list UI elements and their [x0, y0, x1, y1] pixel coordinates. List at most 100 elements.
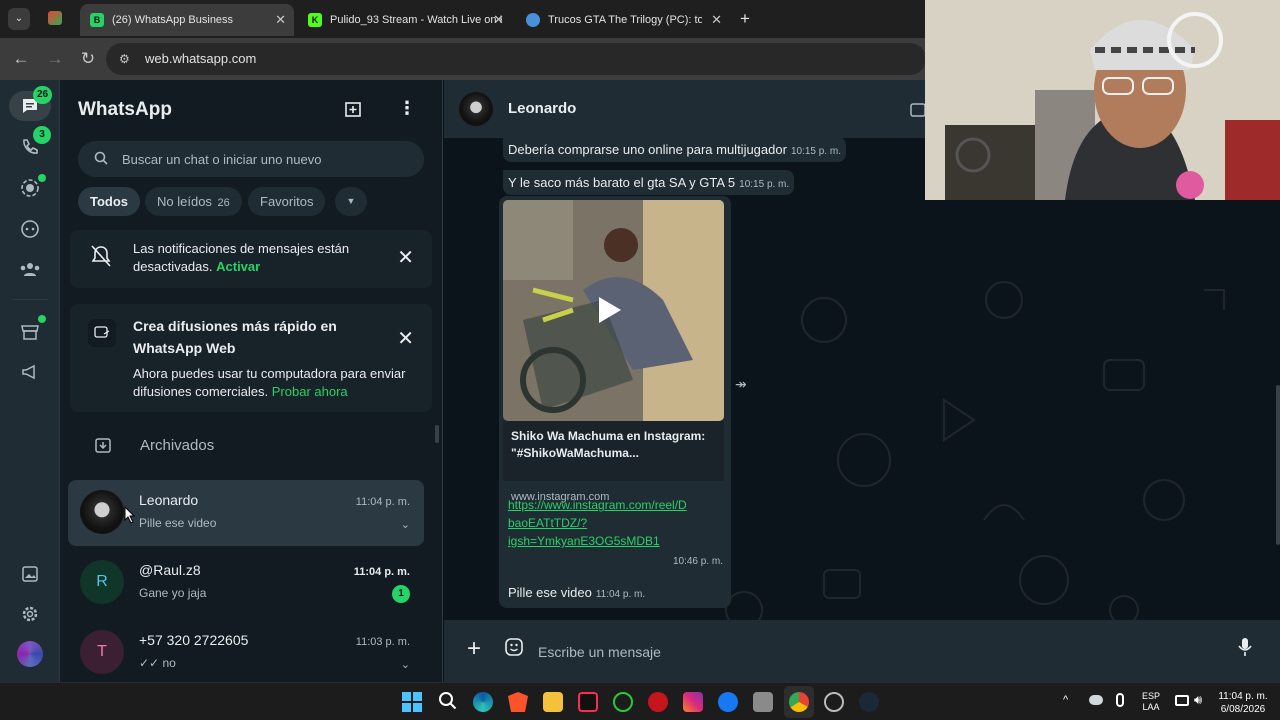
clock[interactable]: 11:04 p. m. 6/08/2026	[1212, 690, 1274, 716]
filter-unread-chip[interactable]: No leídos 26	[145, 187, 242, 216]
link-preview-title: Shiko Wa Machuma en Instagram: "#ShikoWa…	[511, 429, 706, 460]
play-icon[interactable]	[599, 297, 621, 323]
reload-icon[interactable]: ↻	[77, 48, 99, 70]
chrome-icon[interactable]	[789, 692, 809, 712]
close-notifications-card-icon[interactable]: ✕	[397, 245, 414, 270]
message-bubble[interactable]: Y le saco más barato el gta SA y GTA 5 10…	[503, 170, 795, 195]
filter-all-chip[interactable]: Todos	[78, 187, 141, 216]
tiktok-icon[interactable]	[578, 692, 598, 712]
app-red-icon[interactable]	[648, 692, 668, 712]
steam-icon[interactable]	[859, 692, 879, 712]
filter-more-dropdown-icon[interactable]: ▼	[335, 187, 367, 216]
facebook-icon[interactable]	[718, 692, 738, 712]
tab-gta-tricks[interactable]: Trucos GTA The Trilogy (PC): todas las ✕	[516, 4, 730, 36]
video-thumbnail[interactable]	[503, 200, 724, 421]
chat-name: Leonardo	[139, 492, 199, 508]
conversation-scrollbar[interactable]	[1276, 385, 1280, 545]
chat-list-scrollbar[interactable]	[435, 425, 439, 443]
forward-icon[interactable]: ↠	[735, 376, 747, 393]
chat-row-raul[interactable]: R @Raul.z8 Gane yo jaja 11:04 p. m. 1	[68, 550, 424, 616]
chat-time: 11:03 p. m.	[355, 636, 410, 648]
contact-name[interactable]: Leonardo	[508, 100, 576, 117]
close-broadcast-card-icon[interactable]: ✕	[397, 326, 414, 351]
microphone-tray-icon[interactable]	[1116, 693, 1124, 707]
microphone-icon[interactable]	[1238, 637, 1252, 662]
chat-preview: ✓✓ no	[139, 656, 176, 670]
broadcast-card-text: Ahora puedes usar tu computadora para en…	[133, 366, 406, 399]
archive-icon	[93, 435, 113, 460]
message-link[interactable]: https://www.instagram.com/reel/D baoEATt…	[508, 496, 687, 550]
media-gallery-icon[interactable]	[18, 562, 42, 586]
language-indicator[interactable]: ESP LAA	[1139, 691, 1163, 713]
message-time: 11:04 p. m.	[595, 589, 646, 600]
close-tab-icon[interactable]: ✕	[275, 12, 286, 28]
catalog-store-icon[interactable]	[18, 320, 42, 344]
tray-chevron-up-icon[interactable]: ^	[1063, 694, 1068, 706]
unread-count-badge: 1	[392, 585, 410, 603]
file-explorer-icon[interactable]	[543, 692, 563, 712]
activate-link[interactable]: Activar	[216, 259, 260, 274]
chat-row-leonardo[interactable]: Leonardo Pille ese video 11:04 p. m. ⌄	[68, 480, 424, 546]
header-action-icon[interactable]	[910, 102, 926, 123]
app-u-icon[interactable]	[613, 692, 633, 712]
message-time: 10:15 p. m.	[790, 146, 841, 157]
search-placeholder: Buscar un chat o iniciar uno nuevo	[122, 152, 322, 167]
advertise-megaphone-icon[interactable]	[18, 360, 42, 384]
try-now-link[interactable]: Probar ahora	[272, 384, 348, 399]
instagram-icon[interactable]	[683, 692, 703, 712]
channels-icon[interactable]	[18, 217, 42, 241]
contact-avatar[interactable]	[459, 92, 493, 126]
url-text[interactable]: web.whatsapp.com	[145, 51, 256, 66]
communities-icon[interactable]	[18, 257, 42, 281]
calls-badge: 3	[33, 126, 51, 144]
settings-gear-icon[interactable]	[18, 602, 42, 626]
navigation-rail: 26 3	[0, 80, 60, 682]
chevron-down-icon[interactable]: ⌄	[401, 658, 410, 671]
broadcast-card-title: Crea difusiones más rápido en WhatsApp W…	[133, 318, 337, 356]
broadcast-icon	[88, 319, 116, 347]
windows-start-icon[interactable]	[402, 692, 422, 712]
media-message-bubble[interactable]: Shiko Wa Machuma en Instagram: "#ShikoWa…	[499, 196, 731, 608]
message-time: 10:15 p. m.	[739, 179, 790, 190]
chat-time: 11:04 p. m.	[353, 566, 410, 578]
taskbar-search-icon[interactable]	[438, 691, 458, 716]
volume-icon[interactable]: 🔊︎	[1194, 692, 1202, 708]
link-preview[interactable]: Shiko Wa Machuma en Instagram: "#ShikoWa…	[503, 421, 724, 503]
message-text: Y le saco más barato el gta SA y GTA 5	[508, 175, 736, 190]
edge-icon[interactable]	[473, 692, 493, 712]
search-input[interactable]: Buscar un chat o iniciar uno nuevo	[78, 141, 424, 177]
tab-title: Pulido_93 Stream - Watch Live on Kick	[330, 14, 502, 26]
tab-title: Trucos GTA The Trilogy (PC): todas las	[548, 14, 702, 26]
tab-group-icon[interactable]	[48, 11, 62, 25]
notifications-off-text: Las notificaciones de mensajes están des…	[133, 241, 350, 274]
profile-avatar[interactable]	[17, 641, 43, 667]
catalog-dot	[38, 315, 46, 323]
archived-row[interactable]: Archivados	[140, 437, 214, 454]
menu-kebab-icon[interactable]: ⋮	[398, 98, 416, 118]
app-ring-icon[interactable]	[824, 692, 844, 712]
filter-favorites-chip[interactable]: Favoritos	[248, 187, 326, 216]
back-arrow-icon[interactable]: ←	[10, 48, 32, 70]
globe-favicon-icon	[526, 13, 540, 27]
chat-name: @Raul.z8	[139, 562, 201, 578]
close-tab-icon[interactable]: ✕	[493, 12, 504, 28]
forward-arrow-icon[interactable]: →	[44, 48, 66, 70]
chevron-down-icon[interactable]: ⌄	[401, 518, 410, 531]
message-bubble[interactable]: Pille ese video 11:04 p. m.	[503, 580, 651, 605]
site-info-icon[interactable]: ⚙	[119, 52, 130, 66]
message-bubble[interactable]: Debería comprarse uno online para multij…	[503, 137, 846, 162]
composer-bar: + Escribe un mensaje	[444, 620, 1280, 682]
tab-whatsapp[interactable]: B (26) WhatsApp Business ✕	[80, 4, 294, 36]
onedrive-icon[interactable]	[1089, 695, 1103, 705]
tab-kick[interactable]: K Pulido_93 Stream - Watch Live on Kick …	[298, 4, 512, 36]
brave-icon[interactable]	[508, 692, 528, 712]
network-icon[interactable]	[1175, 695, 1189, 706]
close-tab-icon[interactable]: ✕	[711, 12, 722, 28]
attach-plus-icon[interactable]: +	[467, 635, 481, 663]
app-gray-icon[interactable]	[753, 692, 773, 712]
chat-row-phone[interactable]: T +57 320 2722605 ✓✓ no 11:03 p. m. ⌄	[68, 620, 424, 682]
tab-search-chevron-icon[interactable]: ⌄	[8, 8, 30, 30]
whatsapp-favicon-icon: B	[90, 13, 104, 27]
new-tab-plus-icon[interactable]: +	[740, 9, 750, 29]
new-chat-icon[interactable]	[344, 99, 364, 124]
